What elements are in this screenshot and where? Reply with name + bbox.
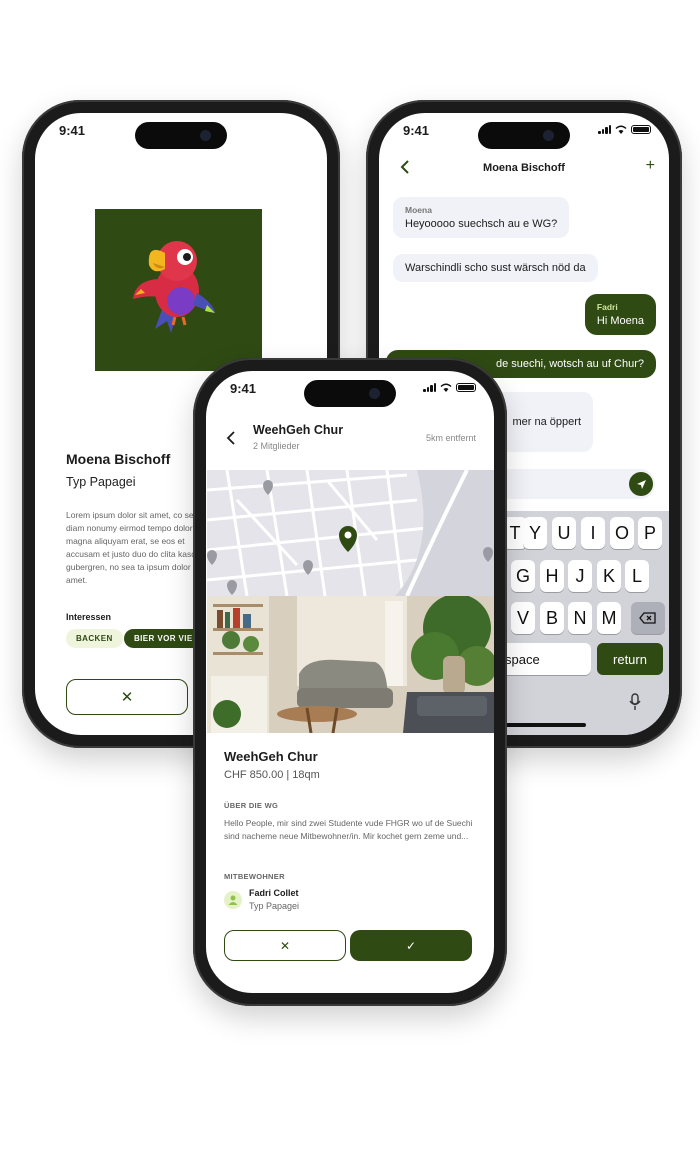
wg-price: CHF 850.00 | 18qm: [224, 769, 320, 781]
profile-subtitle: Typ Papagei: [66, 475, 136, 489]
chevron-left-icon: [226, 431, 235, 445]
wg-member-count: 2 Mitglieder: [253, 441, 300, 451]
key[interactable]: V: [511, 602, 535, 634]
status-time: 9:41: [59, 123, 86, 138]
profile-name: Moena Bischoff: [66, 451, 171, 467]
backspace-icon: [639, 612, 656, 624]
return-key-label: return: [613, 651, 647, 667]
battery-icon: [631, 125, 651, 134]
roommates-label: MITBEWOHNER: [224, 872, 285, 881]
check-icon: ✓: [405, 938, 417, 953]
profile-reject-button[interactable]: ✕: [66, 679, 188, 715]
interest-pill-backen[interactable]: BACKEN: [66, 629, 123, 648]
key[interactable]: B: [540, 602, 564, 634]
roommate-type: Typ Papagei: [249, 901, 300, 911]
wg-screen: 9:41 WeehGeh Chur 2 Mitglieder 5km entfe…: [206, 371, 494, 993]
interests-label: Interessen: [66, 612, 112, 622]
back-button[interactable]: [226, 431, 236, 450]
dynamic-island: [478, 122, 570, 149]
phone-wg: 9:41 WeehGeh Chur 2 Mitglieder 5km entfe…: [193, 358, 507, 1006]
key[interactable]: M: [597, 602, 621, 634]
user-icon: [228, 895, 238, 905]
key[interactable]: P: [638, 517, 662, 549]
parrot-illustration: [133, 241, 215, 333]
message-bubble-own: Fadri Hi Moena: [584, 294, 656, 335]
signal-icon: [598, 125, 611, 134]
wg-header-title: WeehGeh Chur: [253, 423, 344, 437]
signal-icon: [423, 383, 436, 392]
message-text: Hi Moena: [596, 315, 644, 327]
profile-avatar: [95, 209, 262, 371]
message-text: mer na öppert: [512, 416, 581, 428]
key[interactable]: L: [625, 560, 649, 592]
wg-accept-button[interactable]: ✓: [350, 930, 472, 961]
mic-button[interactable]: [629, 693, 641, 716]
status-icons: [598, 125, 651, 134]
avatar: [224, 891, 242, 909]
status-time: 9:41: [403, 123, 430, 138]
return-key[interactable]: return: [597, 643, 663, 675]
wifi-icon: [615, 125, 627, 134]
close-icon: ✕: [279, 938, 291, 953]
dynamic-island: [135, 122, 227, 149]
key[interactable]: G: [511, 560, 535, 592]
about-label: ÜBER DIE WG: [224, 801, 279, 810]
message-sender: Moena: [405, 205, 432, 215]
key[interactable]: H: [540, 560, 564, 592]
send-icon: [636, 479, 646, 489]
wifi-icon: [440, 383, 452, 392]
mic-icon: [629, 693, 641, 710]
message-bubble: Moena Heyooooo suechsch au e WG?: [393, 197, 570, 238]
close-icon: ✕: [120, 689, 134, 706]
key[interactable]: O: [610, 517, 634, 549]
delete-key[interactable]: [631, 602, 665, 634]
map[interactable]: [207, 470, 494, 596]
battery-icon: [456, 383, 476, 392]
message-bubble: Warschindli scho sust wärsch nöd da: [393, 254, 598, 282]
message-text: Warschindli scho sust wärsch nöd da: [405, 262, 586, 274]
key[interactable]: J: [568, 560, 592, 592]
wg-title: WeehGeh Chur: [224, 749, 318, 764]
wg-distance: 5km entfernt: [425, 433, 476, 443]
wg-reject-button[interactable]: ✕: [224, 930, 346, 961]
status-time: 9:41: [230, 381, 257, 396]
add-button[interactable]: +: [646, 157, 655, 175]
wg-photo: [207, 596, 494, 733]
location-pin-icon: [339, 526, 357, 552]
key[interactable]: N: [568, 602, 592, 634]
chat-header-title: Moena Bischoff: [483, 162, 565, 174]
living-room-photo: [207, 596, 494, 733]
key[interactable]: U: [552, 517, 576, 549]
key[interactable]: K: [597, 560, 621, 592]
dynamic-island: [304, 380, 396, 407]
key[interactable]: I: [581, 517, 605, 549]
status-icons: [423, 383, 476, 392]
key[interactable]: Y: [523, 517, 547, 549]
message-text: Heyooooo suechsch au e WG?: [405, 218, 558, 230]
send-button[interactable]: [629, 472, 653, 496]
message-sender: Fadri: [596, 302, 618, 312]
roommate-name: Fadri Collet: [249, 888, 299, 898]
about-text: Hello People, mir sind zwei Studente vud…: [224, 818, 473, 841]
space-key-label: space: [505, 651, 540, 667]
